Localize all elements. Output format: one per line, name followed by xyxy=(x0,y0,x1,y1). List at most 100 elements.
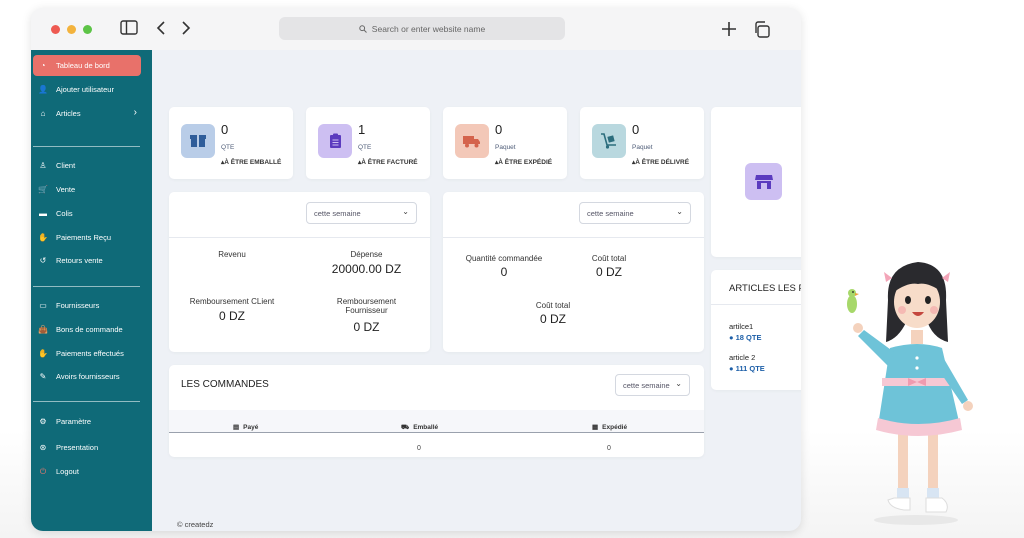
user-icon: ♙ xyxy=(39,161,47,170)
forward-icon[interactable] xyxy=(181,20,191,41)
orders-card: LES COMMANDES cette semaine ⌄ ▤ Payé ⛟ Emb… xyxy=(169,365,704,457)
stat-unit: QTE xyxy=(358,144,372,151)
sidebar-item-articles[interactable]: ⌂ Articles › xyxy=(33,103,141,124)
stat-unit: QTE xyxy=(221,144,235,151)
sidebar-item-label: Logout xyxy=(56,467,79,476)
top-article-qty: ● 111 QTE xyxy=(729,364,765,373)
return-icon: ↺ xyxy=(39,256,47,265)
credit-note-icon: ✎ xyxy=(39,372,47,381)
maximize-window-button[interactable] xyxy=(83,25,92,34)
chevron-down-icon: ⌄ xyxy=(675,379,682,388)
stat-card-to-ship: 0 Paquet ▴À ÊTRE EXPÉDIÉ xyxy=(443,107,567,179)
close-window-button[interactable] xyxy=(51,25,60,34)
sidebar-item-label: Paramètre xyxy=(56,417,92,426)
add-user-icon: 👤 xyxy=(38,85,48,94)
url-placeholder: Search or enter website name xyxy=(371,23,486,34)
sidebar-item-label: Tableau de bord xyxy=(56,61,110,70)
sidebar-item-label: Avoirs fournisseurs xyxy=(56,372,120,381)
total-cost-label: Coût total xyxy=(591,254,627,263)
purchase-period-select[interactable]: cette semaine ⌄ xyxy=(579,202,691,224)
table-cell-shipped: 0 xyxy=(607,445,611,452)
top-article-qty: ● 18 QTE xyxy=(729,333,762,342)
top-article-name: artilce1 xyxy=(729,322,754,331)
select-value: cette semaine xyxy=(587,208,634,218)
new-tab-icon[interactable] xyxy=(721,21,737,42)
stat-label: ▴À ÊTRE EXPÉDIÉ xyxy=(495,159,553,166)
browser-titlebar: Search or enter website name xyxy=(31,8,801,50)
chevron-right-icon: › xyxy=(133,107,137,118)
sidebar-item-paiements-effectues[interactable]: ✋ Paiements effectués xyxy=(33,343,141,364)
sidebar-item-avoirs-fournisseurs[interactable]: ✎ Avoirs fournisseurs xyxy=(33,366,141,387)
stat-unit: Paquet xyxy=(495,144,516,151)
finance-period-select[interactable]: cette semaine ⌄ xyxy=(306,202,417,224)
card-divider xyxy=(443,237,704,238)
expense-label: Dépense xyxy=(350,250,383,259)
orders-title: LES COMMANDES xyxy=(181,379,269,390)
ordered-qty-value: 0 xyxy=(500,265,508,279)
supplier-refund-label: Remboursement Fournisseur xyxy=(336,297,397,315)
total-cost-value-2: 0 DZ xyxy=(539,312,566,326)
minimize-window-button[interactable] xyxy=(67,25,76,34)
sidebar-item-parametre[interactable]: ⚙ Paramètre xyxy=(33,411,141,432)
sidebar-item-fournisseurs[interactable]: ▭ Fournisseurs xyxy=(33,295,141,316)
stat-label: ▴À ÊTRE FACTURÉ xyxy=(358,159,418,166)
select-value: cette semaine xyxy=(623,380,670,390)
document-icon: ▤ xyxy=(233,424,240,431)
top-article-name: article 2 xyxy=(729,353,756,362)
total-cost-value: 0 DZ xyxy=(595,265,622,279)
orders-period-select[interactable]: cette semaine ⌄ xyxy=(615,374,690,396)
sidebar-item-bons-de-commande[interactable]: 👜 Bons de commande xyxy=(33,319,141,340)
sidebar-item-label: Articles xyxy=(56,109,81,118)
stat-card-to-deliver: 0 Paquet ▴À ÊTRE DÉLIVRÉ xyxy=(580,107,704,179)
card-divider xyxy=(169,237,430,238)
sidebar-item-label: Paiements effectués xyxy=(56,349,124,358)
sidebar-item-label: Paiements Reçu xyxy=(56,233,112,242)
sidebar-item-paiements-recu[interactable]: ✋ Paiements Reçu xyxy=(33,227,141,248)
sidebar: ◔ Tableau de bord 👤 Ajouter utilisateur … xyxy=(31,50,152,531)
gear-icon: ⚙ xyxy=(39,417,47,426)
browser-window: Search or enter website name ◔ Tableau d… xyxy=(31,8,801,531)
sidebar-item-vente[interactable]: 🛒 Vente xyxy=(33,179,141,200)
revenue-label: Revenu xyxy=(218,250,246,259)
chevron-down-icon: ⌄ xyxy=(402,207,409,216)
url-bar[interactable]: Search or enter website name xyxy=(279,17,565,40)
sidebar-divider xyxy=(33,286,140,287)
search-icon xyxy=(359,24,367,33)
parcel-icon: ▬ xyxy=(39,209,47,218)
card-divider xyxy=(711,304,801,305)
store-card xyxy=(711,107,801,257)
box-icon xyxy=(181,124,215,158)
sidebar-item-label: Retours vente xyxy=(56,256,103,265)
supplier-icon: ▭ xyxy=(39,301,47,310)
girl-illustration xyxy=(847,262,973,525)
sidebar-item-client[interactable]: ♙ Client xyxy=(33,155,141,176)
logout-icon: ⏻ xyxy=(39,466,47,476)
top-articles-title: ARTICLES LES P xyxy=(729,283,801,294)
select-value: cette semaine xyxy=(314,208,361,218)
sidebar-item-retours-vente[interactable]: ↺ Retours vente xyxy=(33,250,141,271)
sidebar-item-label: Fournisseurs xyxy=(56,301,100,310)
tabs-overview-icon[interactable] xyxy=(753,21,770,43)
sidebar-item-presentation[interactable]: ⊛ Presentation xyxy=(33,437,141,458)
payment-made-icon: ✋ xyxy=(38,349,48,358)
stat-unit: Paquet xyxy=(632,144,653,151)
sidebar-item-label: Presentation xyxy=(56,443,99,452)
expense-value: 20000.00 DZ xyxy=(331,262,402,276)
archive-icon: ▦ xyxy=(592,424,599,431)
stat-value: 0 xyxy=(221,122,229,137)
sidebar-item-tableau-de-bord[interactable]: ◔ Tableau de bord xyxy=(33,55,141,76)
dolly-icon xyxy=(592,124,626,158)
sidebar-toggle-icon[interactable] xyxy=(120,20,138,40)
sidebar-item-ajouter-utilisateur[interactable]: 👤 Ajouter utilisateur xyxy=(33,79,141,100)
total-cost-label-2: Coût total xyxy=(535,301,571,310)
footer-text: © createdz xyxy=(177,520,214,529)
stat-value: 1 xyxy=(358,122,366,137)
back-icon[interactable] xyxy=(156,20,166,41)
truck-icon xyxy=(455,124,489,158)
sidebar-item-colis[interactable]: ▬ Colis xyxy=(33,203,141,224)
stat-value: 0 xyxy=(495,122,503,137)
presentation-icon: ⊛ xyxy=(39,443,47,452)
store-icon xyxy=(745,163,782,200)
stat-label: ▴À ÊTRE DÉLIVRÉ xyxy=(632,159,690,166)
sidebar-item-logout[interactable]: ⏻ Logout xyxy=(33,461,141,482)
